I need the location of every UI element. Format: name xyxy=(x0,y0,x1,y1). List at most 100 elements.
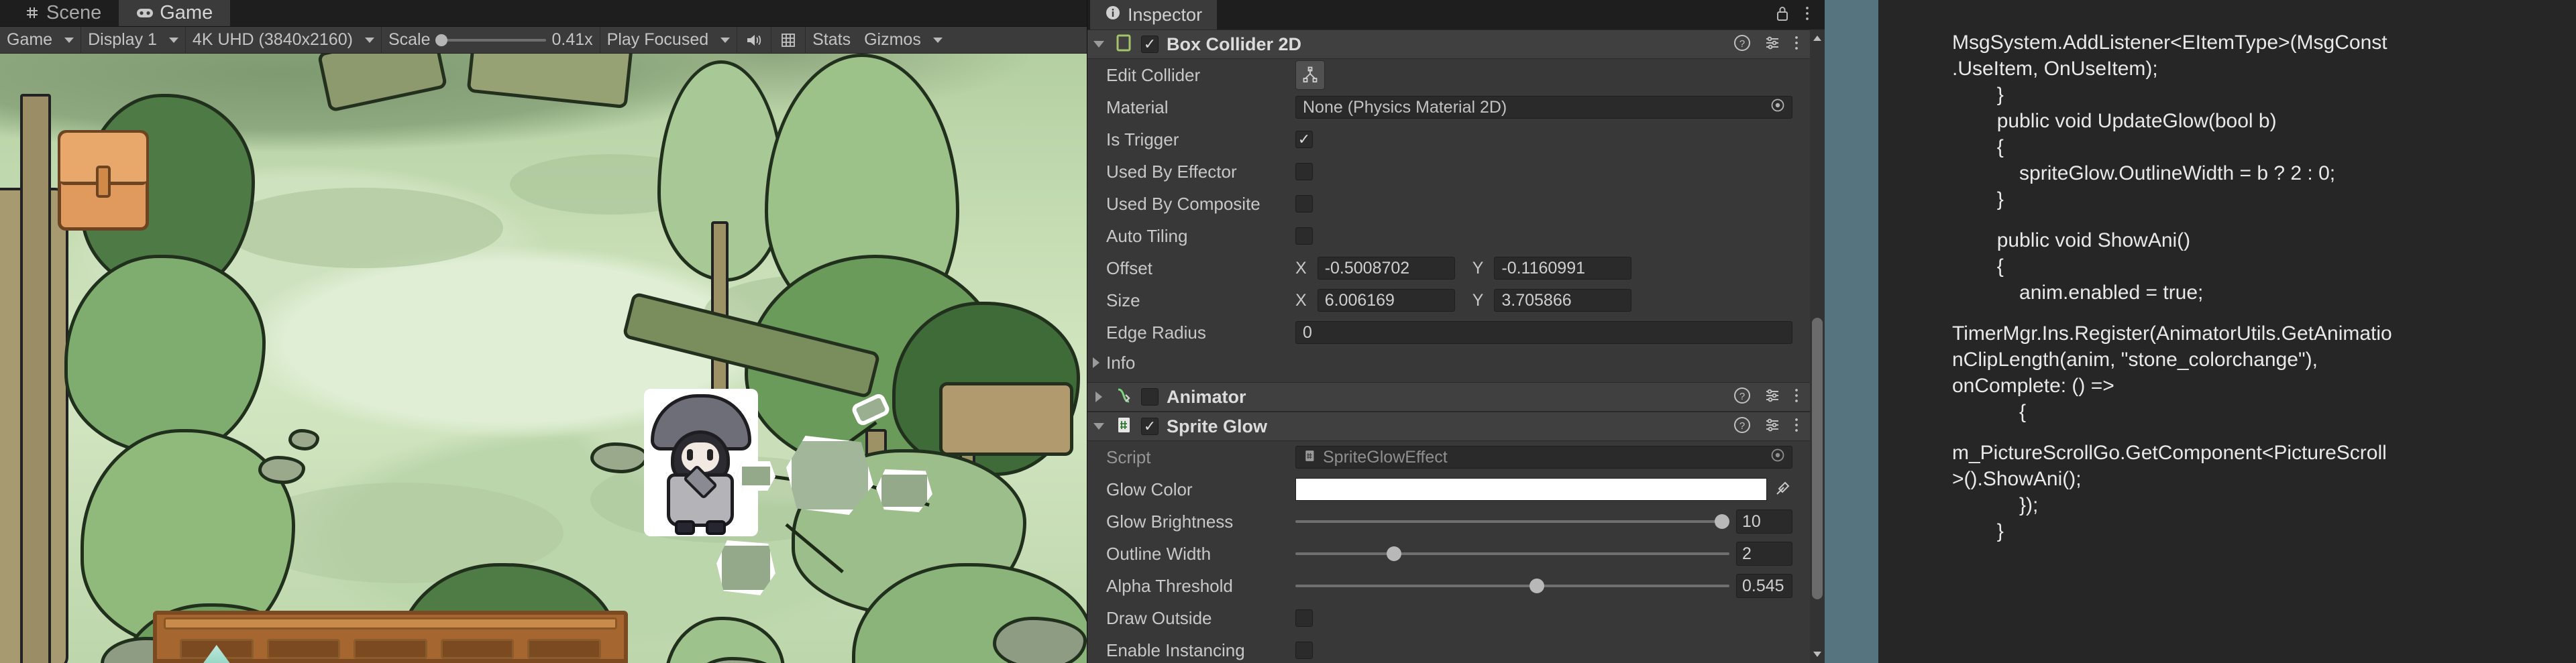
chevron-up-icon[interactable] xyxy=(1810,29,1825,47)
component-header-sprite-glow[interactable]: ✓ Sprite Glow ? xyxy=(1087,412,1810,441)
edge-radius-input[interactable]: 0 xyxy=(1295,321,1792,344)
draw-outside-checkbox[interactable] xyxy=(1295,609,1313,627)
alpha-threshold-input[interactable]: 0.545 xyxy=(1736,574,1792,598)
gamepad-icon xyxy=(136,6,154,19)
offset-x-input[interactable]: -0.5008702 xyxy=(1317,257,1455,280)
display-dropdown[interactable]: Display 1 xyxy=(81,26,186,54)
tab-game-label: Game xyxy=(160,1,213,23)
script-object-field: SpriteGlowEffect xyxy=(1295,446,1792,469)
component-header-animator[interactable]: Animator ? xyxy=(1087,382,1810,412)
resolution-dropdown[interactable]: 4K UHD (3840x2160) xyxy=(186,26,382,54)
row-field: 0.545 xyxy=(1295,574,1810,598)
tab-inspector[interactable]: Inspector xyxy=(1090,0,1218,29)
inventory-slot[interactable] xyxy=(527,639,601,659)
foldout-toggle[interactable] xyxy=(1091,41,1106,48)
foldout-toggle[interactable] xyxy=(1091,391,1106,402)
scrollbar-thumb[interactable] xyxy=(1812,318,1823,599)
row-used-by-composite: Used By Composite xyxy=(1087,188,1810,220)
is-trigger-checkbox[interactable]: ✓ xyxy=(1295,131,1313,148)
slider-knob[interactable] xyxy=(1529,579,1545,593)
scale-slider-track[interactable] xyxy=(435,34,547,46)
inventory-slots xyxy=(180,639,601,663)
eyedropper-icon[interactable] xyxy=(1774,479,1792,501)
inventory-slot[interactable] xyxy=(440,639,515,659)
inventory-slot[interactable] xyxy=(266,639,341,659)
row-label: Auto Tiling xyxy=(1106,225,1188,246)
inventory-hotbar[interactable] xyxy=(153,611,628,663)
row-label: Glow Brightness xyxy=(1106,511,1234,532)
foldout-toggle[interactable] xyxy=(1091,423,1106,430)
view-mode-label: Game xyxy=(7,30,53,49)
more-vertical-icon[interactable] xyxy=(1794,34,1799,55)
view-mode-dropdown[interactable]: Game xyxy=(0,26,82,54)
help-icon[interactable]: ? xyxy=(1733,416,1751,437)
row-label: Offset xyxy=(1106,257,1152,278)
alpha-threshold-slider[interactable] xyxy=(1295,579,1729,593)
row-edit-collider: Edit Collider xyxy=(1087,59,1810,91)
lock-icon[interactable] xyxy=(1775,5,1790,25)
component-enabled-checkbox[interactable]: ✓ xyxy=(1141,36,1159,53)
edit-collider-button[interactable] xyxy=(1295,60,1325,90)
size-y-input[interactable]: 3.705866 xyxy=(1494,289,1632,312)
stats-button[interactable]: Stats xyxy=(806,27,857,54)
backpack-icon[interactable] xyxy=(58,130,149,231)
game-view-panel: Scene Game Game Display 1 4K UHD (3840x2… xyxy=(0,0,1087,663)
scale-slider[interactable] xyxy=(435,34,547,46)
aspect-frame-button[interactable] xyxy=(771,26,806,54)
row-alpha-threshold: Alpha Threshold 0.545 xyxy=(1087,570,1810,602)
slider-knob[interactable] xyxy=(1386,546,1401,561)
inventory-slot[interactable] xyxy=(354,639,427,659)
code-editor-panel[interactable]: MsgSystem.AddListener<EItemType>(MsgCons… xyxy=(1878,0,2576,663)
component-header-box-collider-2d[interactable]: ✓ Box Collider 2D ? xyxy=(1087,29,1810,59)
tab-scene[interactable]: Scene xyxy=(7,0,119,26)
object-picker-icon[interactable] xyxy=(1770,448,1785,467)
row-label: Is Trigger xyxy=(1106,129,1179,149)
glow-color-swatch[interactable] xyxy=(1295,478,1767,501)
gizmos-dropdown[interactable]: Gizmos xyxy=(857,27,949,54)
scale-slider-knob[interactable] xyxy=(435,34,448,46)
scale-slider-group[interactable]: Scale 0.41x xyxy=(382,26,600,54)
witch-character[interactable] xyxy=(644,389,758,536)
auto-tiling-checkbox[interactable] xyxy=(1295,227,1313,245)
svg-text:?: ? xyxy=(1739,38,1745,50)
more-vertical-icon[interactable] xyxy=(1805,5,1810,25)
object-picker-icon[interactable] xyxy=(1770,98,1785,117)
help-icon[interactable]: ? xyxy=(1733,387,1751,408)
help-icon[interactable]: ? xyxy=(1733,34,1751,55)
slider-knob[interactable] xyxy=(1715,514,1729,529)
code-line: .UseItem, OnUseItem); xyxy=(1952,58,2158,80)
inspector-scrollbar[interactable] xyxy=(1810,29,1825,663)
component-enabled-checkbox[interactable] xyxy=(1141,388,1159,406)
component-enabled-checkbox[interactable]: ✓ xyxy=(1141,418,1159,435)
outline-width-input[interactable]: 2 xyxy=(1736,542,1792,566)
row-glow-brightness: Glow Brightness 10 xyxy=(1087,505,1810,538)
row-info-foldout[interactable]: Info xyxy=(1087,349,1810,377)
used-by-effector-checkbox[interactable] xyxy=(1295,163,1313,180)
code-line: } xyxy=(1952,188,2004,210)
used-by-composite-checkbox[interactable] xyxy=(1295,195,1313,213)
chevron-down-icon xyxy=(932,37,943,43)
row-script: Script SpriteGlowEffect xyxy=(1087,441,1810,473)
more-vertical-icon[interactable] xyxy=(1794,416,1799,437)
preset-icon[interactable] xyxy=(1764,416,1781,437)
glow-brightness-slider[interactable] xyxy=(1295,514,1729,529)
more-vertical-icon[interactable] xyxy=(1794,387,1799,408)
mute-audio-button[interactable] xyxy=(737,26,772,54)
preset-icon[interactable] xyxy=(1764,387,1781,408)
play-mode-dropdown[interactable]: Play Focused xyxy=(600,26,738,54)
outline-width-slider[interactable] xyxy=(1295,546,1729,561)
tab-game[interactable]: Game xyxy=(119,0,231,26)
offset-y-input[interactable]: -0.1160991 xyxy=(1494,257,1632,280)
preset-icon[interactable] xyxy=(1764,34,1781,55)
inspector-content[interactable]: ✓ Box Collider 2D ? Edit Collider Materi… xyxy=(1087,29,1810,663)
chevron-down-icon[interactable] xyxy=(1810,646,1825,663)
panel-gap xyxy=(1825,0,1878,663)
game-render-area[interactable] xyxy=(0,54,1087,663)
size-x-input[interactable]: 6.006169 xyxy=(1317,289,1455,312)
material-object-field[interactable]: None (Physics Material 2D) xyxy=(1295,96,1792,119)
enable-instancing-checkbox[interactable] xyxy=(1295,642,1313,659)
glow-brightness-input[interactable]: 10 xyxy=(1736,509,1792,534)
hexagon-stone-small[interactable] xyxy=(737,461,775,491)
row-label: Outline Width xyxy=(1106,543,1212,564)
inventory-slot[interactable] xyxy=(180,639,254,663)
